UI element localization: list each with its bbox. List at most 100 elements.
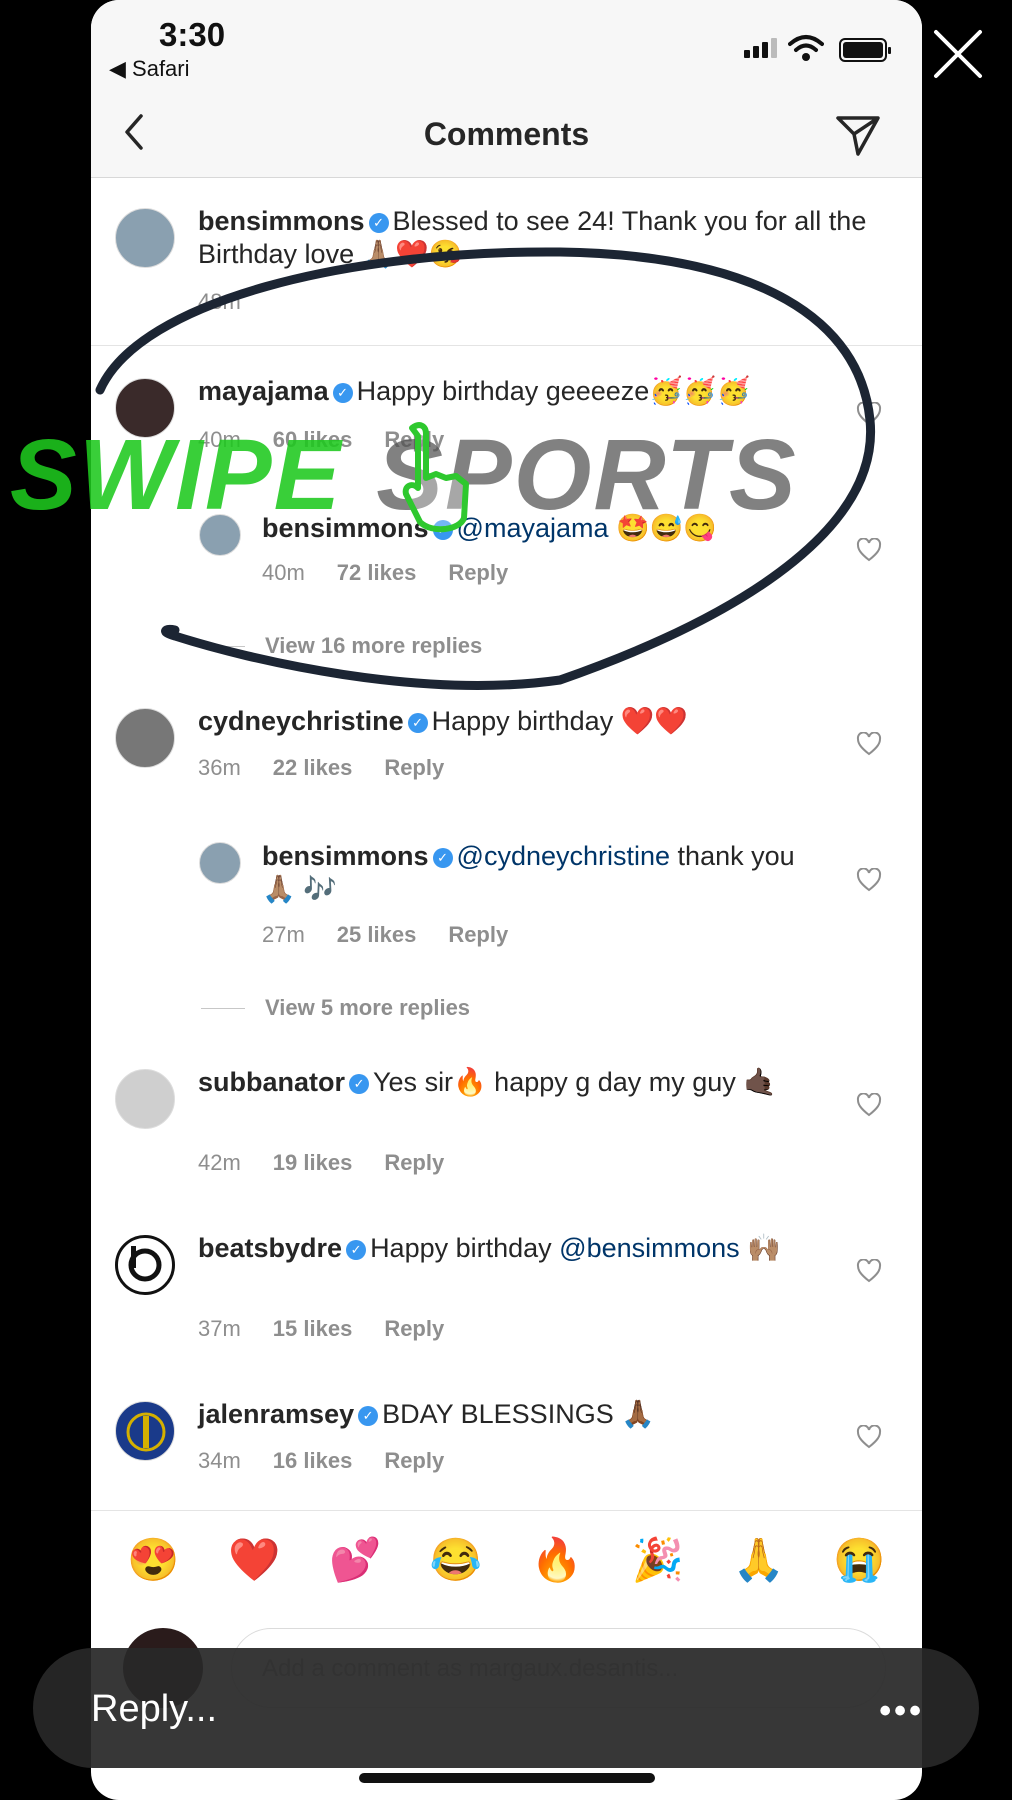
comment-text: bensimmons ✓ Blessed to see 24! Thank you … [198, 205, 888, 271]
reply-row: bensimmons ✓ @mayajama 🤩😅😋 40m 72 likes Re… [91, 510, 922, 600]
quick-emoji-bar: 😍 ❤️ 💕 😂 🔥 🎉 🙏 😭 [91, 1510, 922, 1610]
reply-button[interactable]: Reply [384, 1316, 444, 1342]
reply-button[interactable]: Reply [384, 755, 444, 781]
emoji-sob-button[interactable]: 😭 [833, 1536, 885, 1585]
comment-body: BDAY BLESSINGS 🙏🏾 [382, 1399, 655, 1429]
direct-send-icon[interactable] [832, 108, 884, 160]
comment-time: 40m [198, 427, 241, 452]
comment-username[interactable]: cydneychristine [198, 706, 404, 736]
comment-text: bensimmons ✓ @mayajama 🤩😅😋 [262, 512, 822, 545]
comment-username[interactable]: bensimmons [262, 513, 429, 543]
view-more-replies-button[interactable]: View 16 more replies [201, 633, 482, 659]
comment-meta: 48m [198, 289, 241, 315]
battery-icon [839, 38, 891, 62]
comment-likes[interactable]: 60 likes [273, 427, 353, 453]
comment-body: Yes sir🔥 happy g day my guy 🤙🏿 [373, 1067, 777, 1097]
comment-time: 36m [198, 755, 241, 780]
comment-text: beatsbydre ✓ Happy birthday @bensimmons 🙌🏽 [198, 1232, 798, 1265]
comment-likes[interactable]: 16 likes [273, 1448, 353, 1474]
verified-badge-icon: ✓ [368, 213, 389, 233]
view-more-replies-label: View 5 more replies [265, 995, 471, 1020]
home-indicator[interactable] [359, 1773, 655, 1783]
like-heart-icon[interactable] [856, 402, 882, 426]
like-heart-icon[interactable] [856, 538, 882, 562]
verified-badge-icon: ✓ [358, 1406, 379, 1426]
comment-username[interactable]: subbanator [198, 1067, 345, 1097]
wifi-icon [788, 35, 824, 61]
comment-text: jalenramsey ✓ BDAY BLESSINGS 🙏🏾 [198, 1398, 798, 1431]
comment-username[interactable]: bensimmons [198, 206, 365, 236]
emoji-fire-button[interactable]: 🔥 [531, 1536, 583, 1585]
comment-time: 27m [262, 922, 305, 947]
status-bar: 3:30 ◀ Safari [91, 0, 922, 92]
comment-username[interactable]: mayajama [198, 376, 329, 406]
verified-badge-icon: ✓ [346, 1240, 367, 1260]
jaguars-logo-avatar[interactable] [115, 1401, 175, 1461]
verified-badge-icon: ✓ [349, 1074, 370, 1094]
comment-text: subbanator ✓ Yes sir🔥 happy g day my guy 🤙… [198, 1066, 778, 1099]
emoji-party-button[interactable]: 🎉 [632, 1536, 684, 1585]
comment-body: Happy birthday geeeeze🥳🥳🥳 [356, 376, 751, 406]
comment-body-suffix: 🙌🏽 [739, 1233, 781, 1263]
like-heart-icon[interactable] [856, 1093, 882, 1117]
mention-link[interactable]: @cydneychristine [457, 841, 671, 871]
comment-row: mayajama ✓ Happy birthday geeeeze🥳🥳🥳 40m 6… [91, 375, 922, 475]
comment-row: jalenramsey ✓ BDAY BLESSINGS 🙏🏾 34m 16 lik… [91, 1398, 922, 1498]
like-heart-icon[interactable] [856, 1425, 882, 1449]
like-heart-icon[interactable] [856, 732, 882, 756]
comment-likes[interactable]: 72 likes [337, 560, 417, 586]
comment-text: bensimmons ✓ @cydneychristine thank you 🙏🏽… [262, 840, 802, 906]
comment-meta: 34m 16 likes Reply [198, 1448, 444, 1474]
emoji-two-hearts-button[interactable]: 💕 [329, 1536, 381, 1585]
mention-link[interactable]: @bensimmons [559, 1233, 739, 1263]
comment-username[interactable]: jalenramsey [198, 1399, 354, 1429]
avatar[interactable] [199, 842, 241, 884]
avatar[interactable] [115, 708, 175, 768]
avatar[interactable] [199, 514, 241, 556]
reply-button[interactable]: Reply [384, 1448, 444, 1474]
comment-text: mayajama ✓ Happy birthday geeeeze🥳🥳🥳 [198, 375, 818, 408]
comment-meta: 36m 22 likes Reply [198, 755, 444, 781]
page-title: Comments [423, 116, 590, 152]
like-heart-icon[interactable] [856, 1259, 882, 1283]
reply-button[interactable]: Reply [448, 560, 508, 586]
comment-likes[interactable]: 15 likes [273, 1316, 353, 1342]
divider [201, 645, 245, 647]
back-to-safari-link[interactable]: ◀ Safari [109, 56, 190, 82]
emoji-pray-button[interactable]: 🙏 [733, 1536, 785, 1585]
comment-body: Happy birthday [370, 1233, 560, 1263]
comment-username[interactable]: bensimmons [262, 841, 429, 871]
caption-comment: bensimmons ✓ Blessed to see 24! Thank you … [91, 205, 922, 345]
reply-input-label[interactable]: Reply... [91, 1688, 217, 1731]
comment-time: 48m [198, 289, 241, 314]
emoji-red-heart-button[interactable]: ❤️ [228, 1536, 280, 1585]
like-heart-icon[interactable] [856, 868, 882, 892]
more-options-icon[interactable]: ••• [879, 1692, 924, 1731]
emoji-heart-eyes-button[interactable]: 😍 [127, 1536, 179, 1585]
view-more-replies-button[interactable]: View 5 more replies [201, 995, 470, 1021]
close-icon[interactable] [930, 26, 986, 82]
comment-username[interactable]: beatsbydre [198, 1233, 342, 1263]
comment-row: cydneychristine ✓ Happy birthday ❤️❤️ 36m … [91, 705, 922, 805]
avatar[interactable] [115, 378, 175, 438]
reply-button[interactable]: Reply [448, 922, 508, 948]
reply-row: bensimmons ✓ @cydneychristine thank you 🙏🏽… [91, 838, 922, 958]
emoji-joy-button[interactable]: 😂 [430, 1536, 482, 1585]
comment-meta: 40m 60 likes Reply [198, 427, 444, 453]
comment-time: 42m [198, 1150, 241, 1175]
comment-likes[interactable]: 19 likes [273, 1150, 353, 1176]
reply-button[interactable]: Reply [384, 427, 444, 453]
comment-likes[interactable]: 22 likes [273, 755, 353, 781]
reply-button[interactable]: Reply [384, 1150, 444, 1176]
story-reply-bar[interactable]: Reply... ••• [33, 1648, 979, 1768]
avatar[interactable] [115, 208, 175, 268]
verified-badge-icon: ✓ [407, 713, 428, 733]
mention-link[interactable]: @mayajama [457, 513, 609, 543]
avatar[interactable] [115, 1069, 175, 1129]
comment-meta: 42m 19 likes Reply [198, 1150, 444, 1176]
comment-body: Happy birthday ❤️❤️ [431, 706, 688, 736]
comment-likes[interactable]: 25 likes [337, 922, 417, 948]
beats-logo-avatar[interactable] [115, 1235, 175, 1295]
comments-header: Comments [91, 92, 922, 178]
comment-meta: 27m 25 likes Reply [262, 922, 508, 948]
